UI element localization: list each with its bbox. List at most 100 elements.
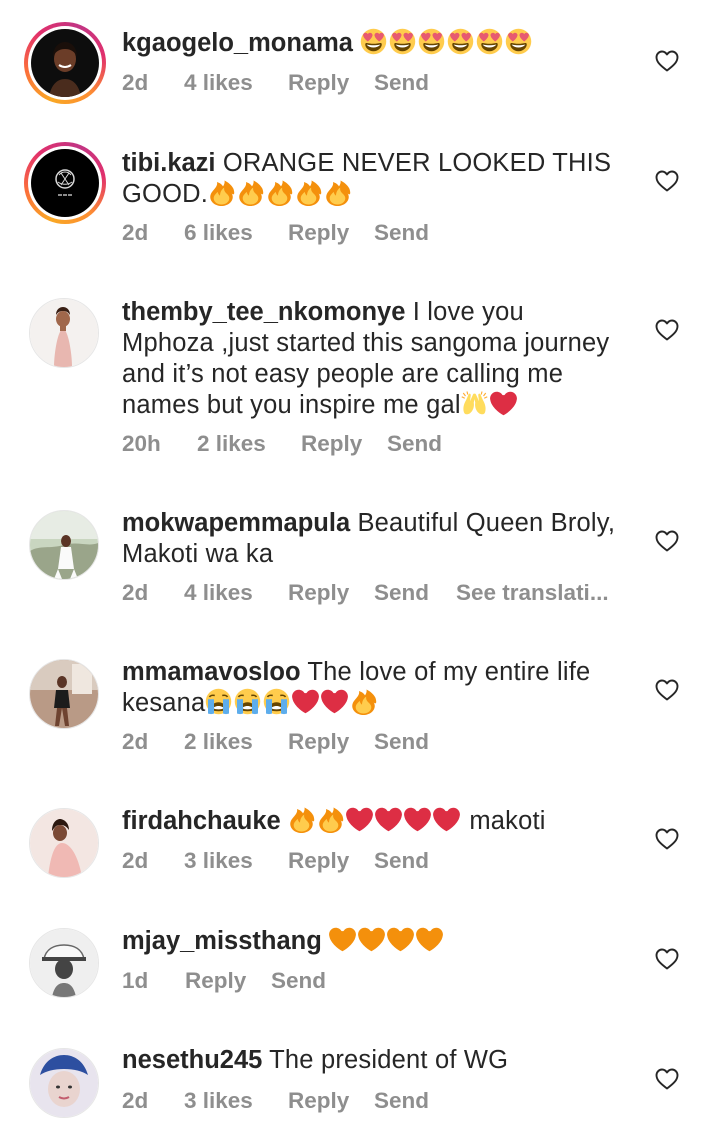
avatar[interactable] bbox=[29, 808, 99, 878]
reply-button[interactable]: Reply bbox=[288, 220, 349, 246]
fire-emoji-icon bbox=[295, 179, 322, 206]
avatar[interactable] bbox=[29, 928, 99, 998]
comment-text: themby_tee_nkomonye I love you Mphoza ,j… bbox=[122, 297, 622, 421]
comment-username[interactable]: themby_tee_nkomonye bbox=[122, 298, 405, 326]
avatar[interactable] bbox=[29, 298, 99, 368]
comment-likes[interactable]: 4 likes bbox=[184, 580, 253, 606]
comment-text: mjay_missthang bbox=[122, 926, 622, 957]
comment-time: 2d bbox=[122, 848, 149, 873]
red-heart-emoji-icon bbox=[346, 806, 373, 833]
avatar[interactable] bbox=[29, 510, 99, 580]
comment-body: The president of WG bbox=[269, 1046, 509, 1074]
heart-outline-icon[interactable] bbox=[655, 828, 679, 850]
comment-likes[interactable]: 2 likes bbox=[184, 729, 253, 755]
heart-outline-icon[interactable] bbox=[655, 50, 679, 72]
fire-emoji-icon bbox=[208, 179, 235, 206]
comment-emoji bbox=[329, 927, 445, 955]
reply-button[interactable]: Reply bbox=[288, 729, 349, 755]
fire-emoji-icon bbox=[350, 688, 377, 715]
avatar bbox=[31, 29, 99, 97]
send-button[interactable]: Send bbox=[374, 70, 429, 96]
see-translation-link[interactable]: See translati... bbox=[456, 580, 609, 606]
comment-likes[interactable]: 4 likes bbox=[184, 70, 253, 96]
crying-emoji-icon bbox=[263, 688, 290, 715]
heart-outline-icon[interactable] bbox=[655, 679, 679, 701]
heart-outline-icon[interactable] bbox=[655, 530, 679, 552]
avatar-story-ring[interactable] bbox=[24, 142, 106, 224]
heart-eyes-emoji-icon bbox=[418, 28, 445, 55]
send-button[interactable]: Send bbox=[374, 580, 429, 606]
red-heart-emoji-icon bbox=[433, 806, 460, 833]
fire-emoji-icon bbox=[288, 806, 315, 833]
comment-time: 2d bbox=[122, 1088, 149, 1113]
comment-username[interactable]: mmamavosloo bbox=[122, 658, 301, 686]
reply-button[interactable]: Reply bbox=[288, 580, 349, 606]
comment-text: firdahchauke makoti bbox=[122, 806, 622, 837]
comment-time: 2d bbox=[122, 580, 149, 605]
send-button[interactable]: Send bbox=[271, 968, 326, 994]
comment-emoji bbox=[360, 29, 534, 57]
red-heart-emoji-icon bbox=[321, 688, 348, 715]
send-button[interactable]: Send bbox=[387, 431, 442, 457]
fire-emoji-icon bbox=[237, 179, 264, 206]
reply-button[interactable]: Reply bbox=[185, 968, 246, 994]
comment-time: 2d bbox=[122, 70, 149, 95]
heart-outline-icon[interactable] bbox=[655, 948, 679, 970]
send-button[interactable]: Send bbox=[374, 1088, 429, 1114]
reply-button[interactable]: Reply bbox=[288, 848, 349, 874]
fire-emoji-icon bbox=[317, 806, 344, 833]
comment-emoji bbox=[288, 807, 462, 835]
orange-heart-emoji-icon bbox=[329, 926, 356, 953]
comment-emoji bbox=[461, 391, 519, 419]
red-heart-emoji-icon bbox=[292, 688, 319, 715]
comment-emoji bbox=[205, 689, 379, 717]
comment-likes[interactable]: 2 likes bbox=[197, 431, 266, 457]
comment-text: kgaogelo_monama bbox=[122, 28, 622, 59]
raising-hands-emoji-icon bbox=[461, 390, 488, 417]
comment-time: 20h bbox=[122, 431, 161, 456]
heart-eyes-emoji-icon bbox=[476, 28, 503, 55]
avatar[interactable] bbox=[29, 659, 99, 729]
avatar[interactable] bbox=[29, 1048, 99, 1118]
comment-username[interactable]: nesethu245 bbox=[122, 1046, 262, 1074]
comment-likes[interactable]: 6 likes bbox=[184, 220, 253, 246]
comment-username[interactable]: firdahchauke bbox=[122, 807, 281, 835]
comment-likes[interactable]: 3 likes bbox=[184, 848, 253, 874]
fire-emoji-icon bbox=[324, 179, 351, 206]
orange-heart-emoji-icon bbox=[387, 926, 414, 953]
comment-text: mmamavosloo The love of my entire life k… bbox=[122, 657, 622, 719]
reply-button[interactable]: Reply bbox=[288, 1088, 349, 1114]
comment-username[interactable]: tibi.kazi bbox=[122, 149, 216, 177]
comment-time: 2d bbox=[122, 729, 149, 754]
heart-outline-icon[interactable] bbox=[655, 170, 679, 192]
red-heart-emoji-icon bbox=[375, 806, 402, 833]
send-button[interactable]: Send bbox=[374, 848, 429, 874]
heart-eyes-emoji-icon bbox=[360, 28, 387, 55]
comment-body: makoti bbox=[469, 807, 546, 835]
crying-emoji-icon bbox=[205, 688, 232, 715]
comment-emoji bbox=[208, 180, 353, 208]
heart-eyes-emoji-icon bbox=[389, 28, 416, 55]
avatar-story-ring[interactable] bbox=[24, 22, 106, 104]
reply-button[interactable]: Reply bbox=[301, 431, 362, 457]
comment-username[interactable]: kgaogelo_monama bbox=[122, 29, 353, 57]
comment-text: tibi.kazi ORANGE NEVER LOOKED THIS GOOD. bbox=[122, 148, 622, 210]
crying-emoji-icon bbox=[234, 688, 261, 715]
fire-emoji-icon bbox=[266, 179, 293, 206]
comment-text: mokwapemmapula Beautiful Queen Broly, Ma… bbox=[122, 508, 622, 570]
comment-username[interactable]: mokwapemmapula bbox=[122, 509, 350, 537]
red-heart-emoji-icon bbox=[490, 390, 517, 417]
heart-outline-icon[interactable] bbox=[655, 319, 679, 341]
comment-text: nesethu245 The president of WG bbox=[122, 1045, 622, 1076]
comment-username[interactable]: mjay_missthang bbox=[122, 927, 322, 955]
heart-outline-icon[interactable] bbox=[655, 1068, 679, 1090]
heart-eyes-emoji-icon bbox=[505, 28, 532, 55]
avatar bbox=[31, 149, 99, 217]
comment-time: 1d bbox=[122, 968, 149, 993]
red-heart-emoji-icon bbox=[404, 806, 431, 833]
reply-button[interactable]: Reply bbox=[288, 70, 349, 96]
comment-likes[interactable]: 3 likes bbox=[184, 1088, 253, 1114]
send-button[interactable]: Send bbox=[374, 729, 429, 755]
send-button[interactable]: Send bbox=[374, 220, 429, 246]
orange-heart-emoji-icon bbox=[358, 926, 385, 953]
